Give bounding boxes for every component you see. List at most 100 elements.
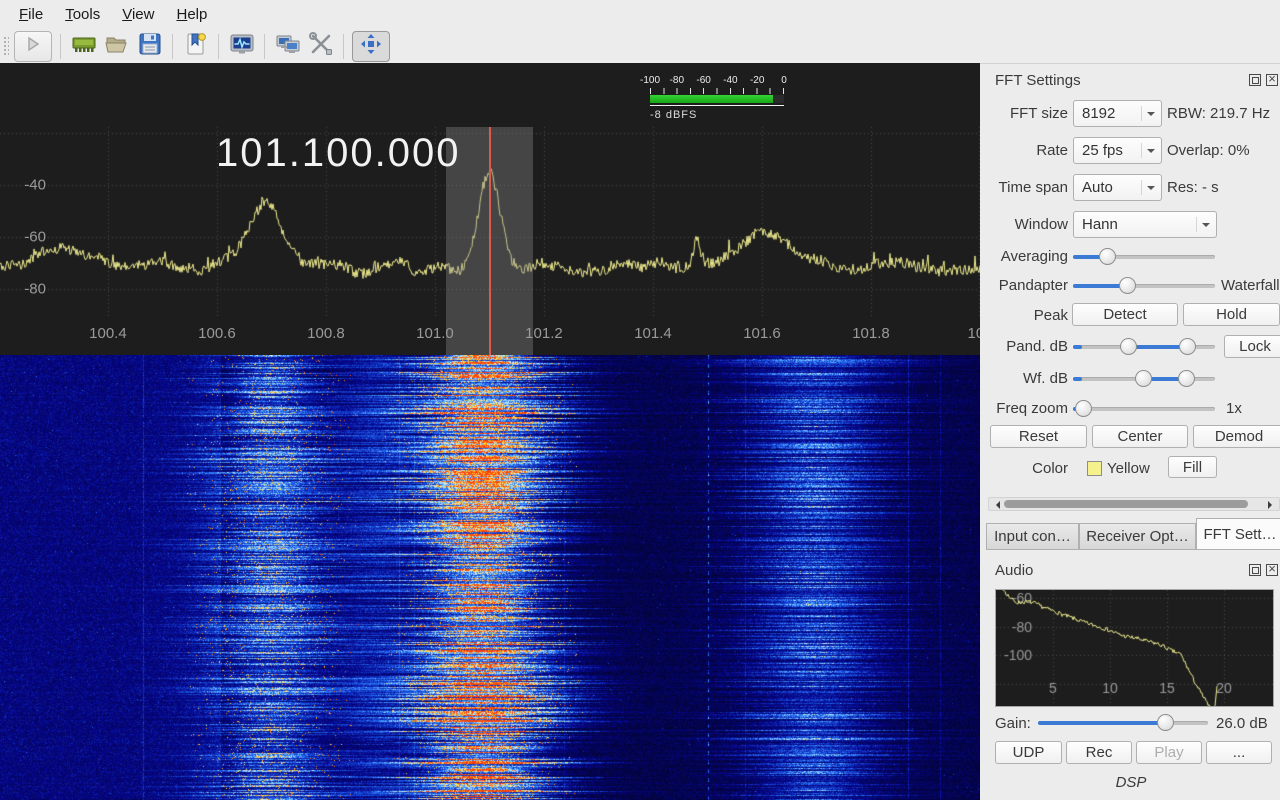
float-panel-icon[interactable] bbox=[1249, 564, 1261, 576]
range-handle-high[interactable] bbox=[1179, 338, 1196, 355]
rec-button[interactable]: Rec bbox=[1066, 741, 1132, 764]
remote-control-button[interactable] bbox=[272, 32, 303, 61]
scroll-left-icon[interactable] bbox=[992, 501, 1000, 509]
rate-select[interactable]: 25 fps bbox=[1073, 137, 1162, 164]
start-dsp-button[interactable] bbox=[14, 31, 52, 62]
more-options-button[interactable]: ... bbox=[1206, 741, 1272, 764]
reset-button[interactable]: Reset bbox=[990, 425, 1087, 448]
pandapter-panel: 101.100.000 -100-80-60-40-200 -8 dBFS 10… bbox=[0, 63, 980, 355]
udp-button[interactable]: UDP bbox=[995, 741, 1062, 764]
remote-control-icon bbox=[275, 31, 301, 62]
range-handle-high[interactable] bbox=[1178, 370, 1195, 387]
lock-button[interactable]: Lock bbox=[1224, 335, 1280, 358]
freq-zoom-label: Freq zoom bbox=[982, 400, 1068, 417]
freq-tick-label: 102 bbox=[967, 325, 980, 342]
gain-label: Gain: bbox=[995, 715, 1031, 732]
waterfall-display[interactable] bbox=[0, 355, 980, 800]
slider-groove[interactable] bbox=[1073, 407, 1215, 411]
meter-scale-label: 0 bbox=[781, 75, 787, 86]
peak-hold-button[interactable]: Hold bbox=[1183, 303, 1280, 326]
pan-move-icon bbox=[360, 33, 382, 60]
db-tick-label: -60 bbox=[0, 229, 46, 246]
save-settings-button[interactable] bbox=[134, 32, 165, 61]
color-label: Color bbox=[982, 460, 1068, 477]
color-swatch[interactable] bbox=[1087, 461, 1102, 476]
audio-gain-slider[interactable] bbox=[1038, 714, 1208, 732]
pandapter-db-range-slider[interactable] bbox=[1073, 338, 1215, 356]
toolbar-separator bbox=[343, 34, 344, 59]
float-panel-icon[interactable] bbox=[1249, 74, 1261, 86]
freq-zoom-value: 1x bbox=[1226, 400, 1242, 417]
time-span-label: Time span bbox=[982, 179, 1068, 196]
frequency-display[interactable]: 101.100.000 bbox=[216, 133, 460, 173]
fft-size-value: 8192 bbox=[1082, 105, 1115, 122]
db-tick-label: -40 bbox=[0, 177, 46, 194]
meter-ticks bbox=[650, 88, 784, 94]
dsp-display-button[interactable] bbox=[226, 32, 257, 61]
pandapter-split-slider[interactable] bbox=[1073, 277, 1215, 295]
waterfall-db-range-slider[interactable] bbox=[1073, 370, 1215, 388]
time-span-value: Auto bbox=[1082, 179, 1113, 196]
freq-tick-label: 100.6 bbox=[198, 325, 236, 342]
audio-panel-title: Audio bbox=[995, 562, 1033, 579]
scope-display-icon bbox=[229, 31, 255, 62]
menu-file[interactable]: File bbox=[8, 3, 54, 26]
toolbar-separator bbox=[60, 34, 61, 59]
tools-button[interactable] bbox=[305, 32, 336, 61]
audio-spectrum-plot[interactable] bbox=[995, 589, 1274, 707]
range-handle-low[interactable] bbox=[1135, 370, 1152, 387]
time-span-select[interactable]: Auto bbox=[1073, 174, 1162, 201]
averaging-slider[interactable] bbox=[1073, 248, 1215, 266]
freq-tick-label: 101.8 bbox=[852, 325, 890, 342]
tab-input-controls[interactable]: Input con… bbox=[986, 523, 1079, 550]
dock-horizontal-scrollbar[interactable] bbox=[988, 497, 1280, 511]
center-button[interactable]: Center bbox=[1092, 425, 1188, 448]
freq-zoom-slider[interactable] bbox=[1073, 400, 1215, 418]
gain-value: 26.0 dB bbox=[1216, 715, 1268, 732]
tab-fft-settings[interactable]: FFT Sett… bbox=[1196, 518, 1280, 550]
slider-handle[interactable] bbox=[1099, 248, 1116, 265]
save-icon bbox=[137, 31, 163, 62]
range-handle-low[interactable] bbox=[1120, 338, 1137, 355]
play-button[interactable]: Play bbox=[1136, 741, 1202, 764]
rate-value: 25 fps bbox=[1082, 142, 1123, 159]
fill-button[interactable]: Fill bbox=[1168, 456, 1217, 478]
averaging-label: Averaging bbox=[982, 248, 1068, 265]
peak-detect-button[interactable]: Detect bbox=[1072, 303, 1178, 326]
window-select[interactable]: Hann bbox=[1073, 211, 1217, 238]
waterfall-label: Waterfall bbox=[1221, 277, 1280, 294]
overlap-text: Overlap: 0% bbox=[1167, 142, 1250, 159]
demod-button[interactable]: Demod bbox=[1193, 425, 1280, 448]
toolbar-drag-handle[interactable] bbox=[2, 35, 9, 57]
db-tick-label: -80 bbox=[0, 281, 46, 298]
fft-size-select[interactable]: 8192 bbox=[1073, 100, 1162, 127]
freq-tick-label: 101.0 bbox=[416, 325, 454, 342]
menu-help[interactable]: Help bbox=[165, 3, 218, 26]
rate-label: Rate bbox=[982, 142, 1068, 159]
slider-handle[interactable] bbox=[1119, 277, 1136, 294]
freq-tick-label: 100.4 bbox=[89, 325, 127, 342]
freq-tick-label: 101.2 bbox=[525, 325, 563, 342]
meter-scale-label: -60 bbox=[696, 75, 710, 86]
menu-tools[interactable]: Tools bbox=[54, 3, 111, 26]
scrollbar-thumb[interactable] bbox=[1004, 500, 1248, 508]
bookmark-icon bbox=[183, 31, 209, 62]
meter-underline bbox=[650, 105, 784, 106]
res-text: Res: - s bbox=[1167, 179, 1219, 196]
scroll-right-icon[interactable] bbox=[1268, 501, 1276, 509]
close-panel-icon[interactable] bbox=[1266, 564, 1278, 576]
fullscreen-pan-button[interactable] bbox=[352, 31, 390, 62]
slider-handle[interactable] bbox=[1075, 400, 1092, 417]
tab-receiver-options[interactable]: Receiver Opt… bbox=[1079, 523, 1196, 550]
load-settings-button[interactable] bbox=[101, 32, 132, 61]
meter-bar bbox=[650, 95, 784, 103]
menu-bar: File Tools View Help bbox=[0, 0, 1280, 29]
slider-handle[interactable] bbox=[1157, 714, 1174, 731]
close-panel-icon[interactable] bbox=[1266, 74, 1278, 86]
toolbar-separator bbox=[264, 34, 265, 59]
meter-reading: -8 dBFS bbox=[650, 109, 697, 121]
configure-io-button[interactable] bbox=[68, 32, 99, 61]
menu-view[interactable]: View bbox=[111, 3, 165, 26]
bookmarks-button[interactable] bbox=[180, 32, 211, 61]
tuned-frequency-marker[interactable] bbox=[489, 127, 491, 355]
